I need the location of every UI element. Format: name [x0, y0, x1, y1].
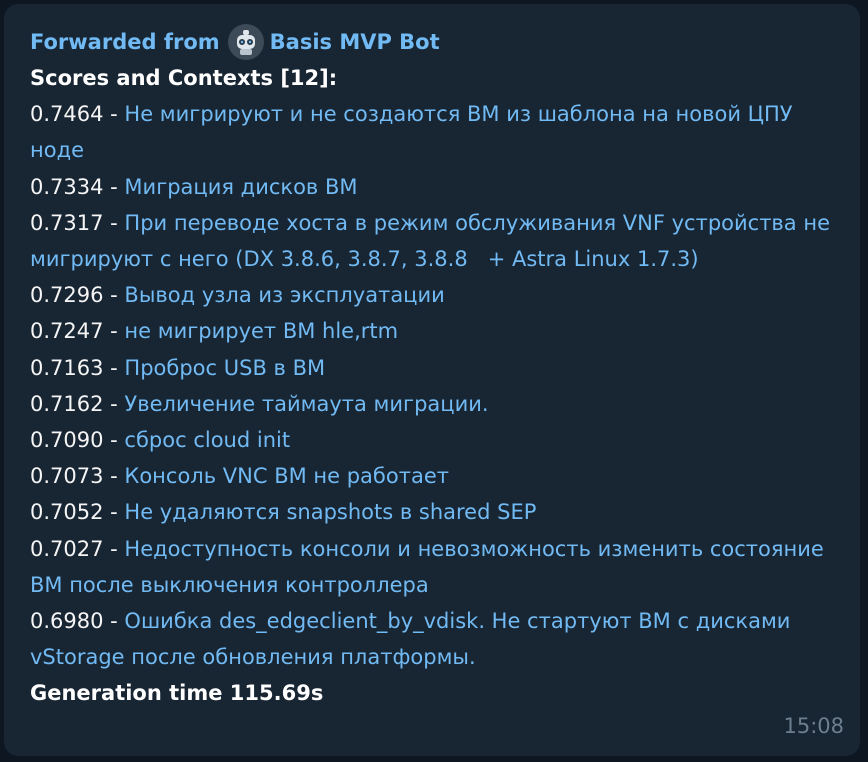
result-score: 0.7464 [30, 102, 104, 127]
result-link[interactable]: Консоль VNC ВМ не работает [124, 464, 449, 488]
result-link[interactable]: Недоступность консоли и невозможность из… [30, 537, 831, 597]
results-list: 0.7464 - Не мигрируют и не создаются ВМ … [30, 96, 838, 675]
result-separator: - [103, 464, 125, 489]
result-score: 0.7247 [30, 319, 104, 344]
result-score: 0.7090 [30, 428, 104, 453]
result-link[interactable]: Ошибка des_edgeclient_by_vdisk. Не старт… [30, 609, 797, 669]
result-separator: - [103, 174, 125, 199]
result-score: 0.7163 [30, 355, 104, 380]
forwarded-header[interactable]: Forwarded from Basis MVP Bot [30, 24, 838, 60]
result-row: 0.7334 - Миграция дисков ВМ [30, 169, 838, 205]
result-row: 0.7247 - не мигрирует ВМ hle,rtm [30, 313, 838, 349]
result-row: 0.7163 - Проброс USB в ВМ [30, 350, 838, 386]
result-link[interactable]: Увеличение таймаута миграции. [124, 392, 488, 416]
forwarded-prefix: Forwarded from [30, 29, 220, 54]
result-separator: - [103, 428, 125, 453]
result-link[interactable]: Миграция дисков ВМ [124, 175, 357, 199]
message-timestamp: 15:08 [783, 713, 844, 738]
result-row: 0.7317 - При переводе хоста в режим обсл… [30, 205, 838, 277]
result-score: 0.7073 [30, 464, 104, 489]
message-bubble: Forwarded from Basis MVP Bot Scores and … [4, 4, 860, 756]
result-row: 0.7464 - Не мигрируют и не создаются ВМ … [30, 96, 838, 168]
generation-time: Generation time 115.69s [30, 681, 324, 706]
result-score: 0.7334 [30, 174, 104, 199]
result-score: 0.6980 [30, 609, 104, 634]
result-row: 0.6980 - Ошибка des_edgeclient_by_vdisk.… [30, 603, 838, 675]
result-separator: - [103, 283, 125, 308]
result-separator: - [103, 102, 125, 127]
result-score: 0.7296 [30, 283, 104, 308]
result-link[interactable]: сброс cloud init [124, 428, 290, 452]
result-row: 0.7052 - Не удаляются snapshots в shared… [30, 494, 838, 530]
result-link[interactable]: Не удаляются snapshots в shared SEP [124, 500, 536, 524]
result-row: 0.7073 - Консоль VNC ВМ не работает [30, 458, 838, 494]
result-separator: - [103, 319, 125, 344]
result-row: 0.7027 - Недоступность консоли и невозмо… [30, 531, 838, 603]
result-separator: - [103, 355, 125, 380]
results-title: Scores and Contexts [12]: [30, 66, 338, 90]
result-row: 0.7296 - Вывод узла из эксплуатации [30, 277, 838, 313]
result-separator: - [103, 536, 125, 561]
result-score: 0.7162 [30, 391, 104, 416]
robot-avatar-icon[interactable] [227, 24, 264, 60]
result-separator: - [103, 609, 125, 634]
result-row: 0.7162 - Увеличение таймаута миграции. [30, 386, 838, 422]
result-row: 0.7090 - сброс cloud init [30, 422, 838, 458]
result-link[interactable]: Не мигрируют и не создаются ВМ из шаблон… [30, 102, 799, 162]
result-link[interactable]: При переводе хоста в режим обслуживания … [30, 211, 837, 271]
bot-name-link[interactable]: Basis MVP Bot [270, 24, 440, 60]
result-separator: - [103, 500, 125, 525]
result-score: 0.7052 [30, 500, 104, 525]
result-score: 0.7317 [30, 210, 104, 235]
result-separator: - [103, 391, 125, 416]
result-link[interactable]: Проброс USB в ВМ [124, 356, 325, 380]
result-link[interactable]: Вывод узла из эксплуатации [124, 283, 444, 307]
result-link[interactable]: не мигрирует ВМ hle,rtm [124, 319, 398, 343]
result-score: 0.7027 [30, 536, 104, 561]
result-separator: - [103, 210, 125, 235]
